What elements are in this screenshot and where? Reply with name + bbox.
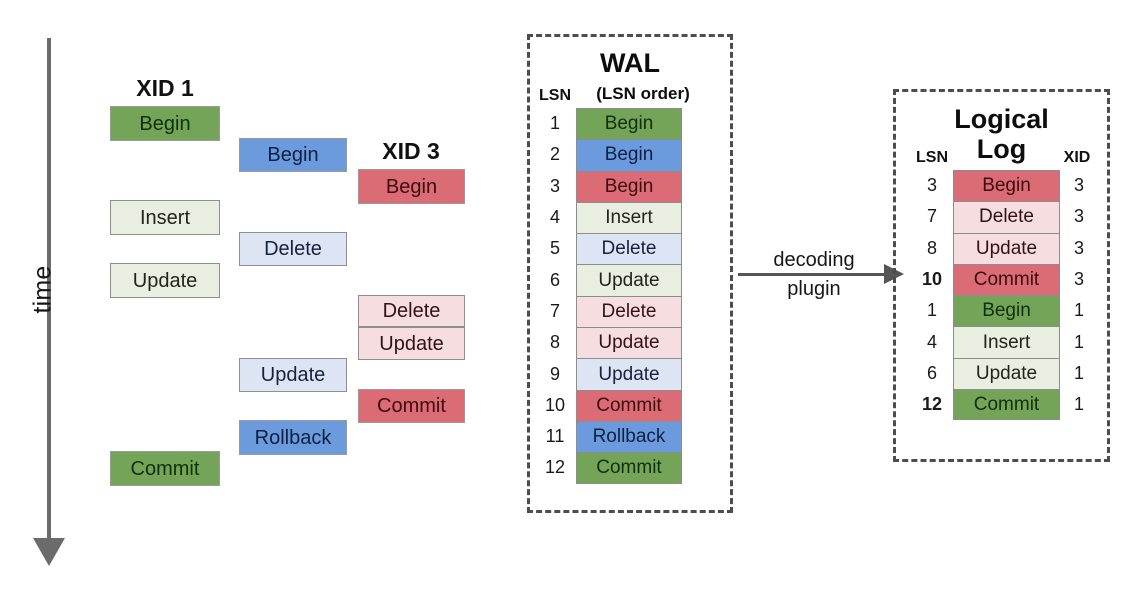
wal-entry-stack: Begin Begin Begin Insert Delete Update Delete U… — [576, 108, 682, 484]
log-entry-row: Delete — [576, 295, 682, 328]
log-entry-row: Update — [953, 232, 1060, 264]
log-entry-row: Commit — [953, 263, 1060, 296]
logical-log-xid-header: XID — [1063, 149, 1091, 166]
logical-log-xid-value: 3 — [1073, 175, 1084, 196]
transaction-event-box: Begin — [110, 106, 220, 141]
logical-log-title-line1: Logical — [954, 104, 1049, 134]
logical-log-lsn-gutter: 3 7 8 10 1 4 6 12 — [913, 170, 951, 420]
logical-log-lsn-value: 4 — [926, 331, 937, 352]
transaction-event-box: Update — [358, 327, 465, 360]
wal-lsn-value: 7 — [549, 300, 560, 321]
log-entry-row: Update — [576, 327, 682, 359]
transaction-event-box: Commit — [110, 451, 220, 486]
transaction-event-box: Rollback — [239, 420, 347, 455]
time-axis-label: time — [28, 265, 57, 314]
logical-log-lsn-value: 10 — [921, 269, 943, 290]
wal-lsn-value: 6 — [549, 269, 560, 290]
log-entry-row: Begin — [953, 295, 1060, 327]
xid-column-title: XID 3 — [382, 138, 440, 164]
log-entry-row: Commit — [953, 389, 1060, 421]
logical-log-xid-value: 1 — [1073, 362, 1084, 383]
transaction-event-box: Delete — [239, 232, 347, 266]
logical-log-xid-value: 3 — [1073, 237, 1084, 258]
log-entry-row: Delete — [576, 233, 682, 265]
log-entry-row: Delete — [953, 201, 1060, 233]
xid-column-title: XID 1 — [136, 75, 194, 101]
log-entry-row: Update — [953, 357, 1060, 390]
transaction-event-box: Update — [239, 358, 347, 392]
log-entry-row: Begin — [953, 170, 1060, 202]
wal-title: WAL — [600, 48, 660, 78]
logical-log-xid-gutter: 3 3 3 3 1 1 1 1 — [1062, 170, 1096, 420]
transaction-event-box: Commit — [358, 389, 465, 423]
transaction-event-box: Update — [110, 263, 220, 298]
logical-log-lsn-value: 7 — [926, 206, 937, 227]
logical-log-lsn-value: 6 — [926, 362, 937, 383]
logical-log-lsn-value: 12 — [921, 394, 943, 415]
logical-log-lsn-header: LSN — [916, 149, 948, 166]
logical-log-xid-value: 3 — [1073, 206, 1084, 227]
log-entry-row: Rollback — [576, 420, 682, 453]
decoding-arrow-line — [738, 273, 888, 276]
wal-lsn-header: LSN — [539, 87, 571, 104]
wal-lsn-value: 9 — [549, 363, 560, 384]
log-entry-row: Begin — [576, 108, 682, 140]
wal-lsn-value: 2 — [549, 144, 560, 165]
decoding-arrow-label-line2: plugin — [787, 278, 841, 300]
log-entry-row: Insert — [953, 326, 1060, 358]
time-axis-arrow-icon — [33, 538, 65, 566]
wal-lsn-value: 5 — [549, 238, 560, 259]
wal-lsn-value: 1 — [549, 113, 560, 134]
log-entry-row: Commit — [576, 389, 682, 421]
log-entry-row: Update — [576, 264, 682, 296]
log-entry-row: Begin — [576, 170, 682, 202]
logical-log-xid-value: 1 — [1073, 300, 1084, 321]
log-entry-row: Begin — [576, 139, 682, 171]
logical-log-xid-value: 1 — [1073, 394, 1084, 415]
wal-lsn-value: 3 — [549, 175, 560, 196]
wal-lsn-value: 8 — [549, 332, 560, 353]
wal-subtitle: (LSN order) — [596, 84, 690, 103]
transaction-event-box: Begin — [239, 138, 347, 172]
logical-log-entry-stack: Begin Delete Update Commit Begin Insert Update… — [953, 170, 1060, 421]
transaction-event-box: Delete — [358, 295, 465, 327]
transaction-event-box: Insert — [110, 200, 220, 235]
decoding-arrow-label-line1: decoding — [773, 249, 855, 271]
log-entry-row: Update — [576, 358, 682, 390]
wal-lsn-value: 10 — [544, 394, 566, 415]
wal-lsn-value: 4 — [549, 207, 560, 228]
logical-log-xid-value: 1 — [1073, 331, 1084, 352]
log-entry-row: Insert — [576, 201, 682, 234]
logical-log-lsn-value: 8 — [926, 237, 937, 258]
logical-log-lsn-value: 1 — [926, 300, 937, 321]
logical-log-lsn-value: 3 — [926, 175, 937, 196]
logical-log-xid-value: 3 — [1073, 269, 1084, 290]
diagram-canvas: time XID 1BeginInsertUpdateCommitXID 2Be… — [0, 0, 1138, 596]
wal-lsn-value: 11 — [545, 426, 565, 447]
log-entry-row: Commit — [576, 452, 682, 484]
wal-lsn-value: 12 — [544, 457, 566, 478]
transaction-event-box: Begin — [358, 169, 465, 204]
wal-lsn-gutter: 1 2 3 4 5 6 7 8 9 10 11 12 — [536, 108, 574, 484]
